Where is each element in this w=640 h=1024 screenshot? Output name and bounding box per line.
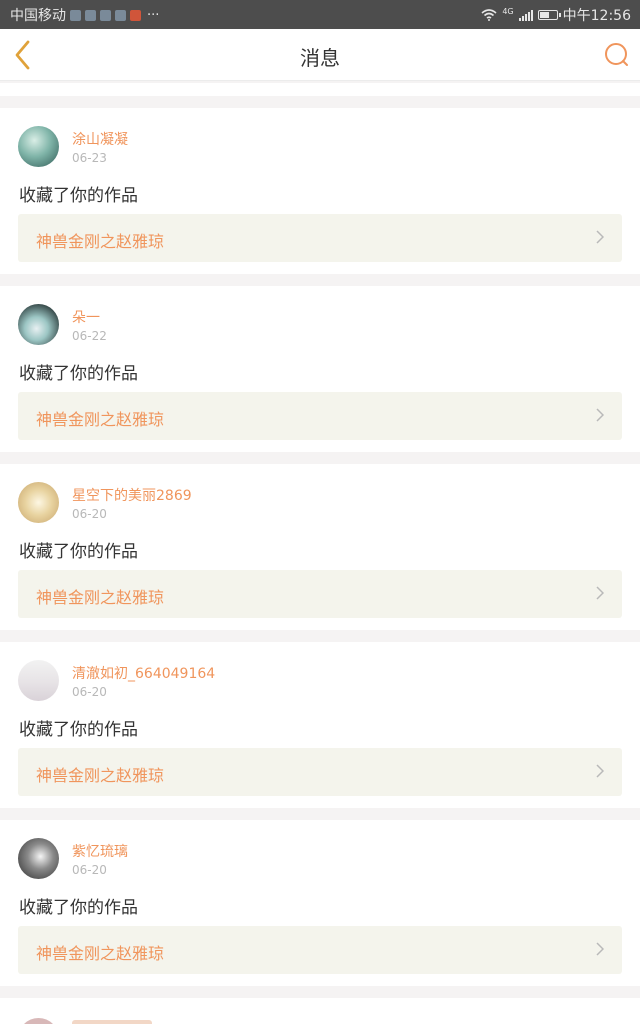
notification-date: 06-22 [72, 329, 107, 343]
status-left: 中国移动 ··· [10, 5, 159, 25]
user-name[interactable]: 朵一 [72, 307, 100, 327]
notification-action: 收藏了你的作品 [19, 720, 138, 740]
notification-card-partial [0, 998, 640, 1024]
work-title: 神兽金刚之赵雅琼 [36, 232, 165, 251]
chevron-right-icon [596, 764, 604, 778]
work-link[interactable]: 神兽金刚之赵雅琼 [18, 392, 622, 440]
user-name[interactable]: 涂山凝凝 [72, 129, 128, 149]
notification-list: 涂山凝凝 06-23 收藏了你的作品 神兽金刚之赵雅琼 朵一 06-22 收藏了… [0, 108, 640, 998]
carrier-name: 中国移动 [10, 8, 66, 24]
avatar[interactable] [18, 1018, 59, 1024]
nav-bar: 消息 [0, 29, 640, 81]
previous-card-edge [0, 83, 640, 96]
work-link[interactable]: 神兽金刚之赵雅琼 [18, 926, 622, 974]
avatar[interactable] [18, 660, 59, 701]
work-link[interactable]: 神兽金刚之赵雅琼 [18, 214, 622, 262]
notification-card: 星空下的美丽2869 06-20 收藏了你的作品 神兽金刚之赵雅琼 [0, 464, 640, 630]
search-button[interactable] [604, 42, 630, 68]
notification-app-icon [115, 9, 126, 21]
work-link[interactable]: 神兽金刚之赵雅琼 [18, 748, 622, 796]
chevron-right-icon [596, 408, 604, 422]
status-bar: 中国移动 ··· 4G 中午12:56 [0, 0, 640, 29]
work-title: 神兽金刚之赵雅琼 [36, 944, 165, 963]
work-title: 神兽金刚之赵雅琼 [36, 766, 165, 785]
notification-app-icon [100, 9, 111, 21]
notification-date: 06-20 [72, 507, 107, 521]
notification-app-icon [70, 9, 81, 21]
notification-action: 收藏了你的作品 [19, 898, 138, 918]
signal-icon [518, 9, 533, 21]
notification-app-icon [85, 9, 96, 21]
avatar[interactable] [18, 838, 59, 879]
video-app-icon [130, 9, 141, 21]
chevron-right-icon [596, 942, 604, 956]
search-icon [605, 43, 628, 66]
chevron-right-icon [596, 230, 604, 244]
battery-icon [537, 10, 561, 20]
notification-date: 06-20 [72, 863, 107, 877]
work-title: 神兽金刚之赵雅琼 [36, 588, 165, 607]
avatar[interactable] [18, 126, 59, 167]
notification-date: 06-20 [72, 685, 107, 699]
work-title: 神兽金刚之赵雅琼 [36, 410, 165, 429]
avatar[interactable] [18, 482, 59, 523]
clock: 中午12:56 [562, 8, 631, 24]
wifi-icon [481, 9, 497, 21]
notification-action: 收藏了你的作品 [19, 542, 138, 562]
notification-card: 涂山凝凝 06-23 收藏了你的作品 神兽金刚之赵雅琼 [0, 108, 640, 274]
notification-action: 收藏了你的作品 [19, 364, 138, 384]
chevron-right-icon [596, 586, 604, 600]
notification-card: 清澈如初_664049164 06-20 收藏了你的作品 神兽金刚之赵雅琼 [0, 642, 640, 808]
user-name[interactable]: 星空下的美丽2869 [72, 485, 192, 505]
page-title: 消息 [300, 46, 340, 70]
user-name[interactable]: 紫忆琉璃 [72, 841, 128, 861]
user-name[interactable]: 清澈如初_664049164 [72, 663, 215, 683]
notification-card: 朵一 06-22 收藏了你的作品 神兽金刚之赵雅琼 [0, 286, 640, 452]
avatar[interactable] [18, 304, 59, 345]
notification-card: 紫忆琉璃 06-20 收藏了你的作品 神兽金刚之赵雅琼 [0, 820, 640, 986]
more-notifications-indicator: ··· [147, 7, 160, 23]
work-link[interactable]: 神兽金刚之赵雅琼 [18, 570, 622, 618]
notification-date: 06-23 [72, 151, 107, 165]
network-type-label: 4G [502, 6, 514, 16]
status-right: 4G 中午12:56 [481, 5, 631, 25]
user-name-cutoff [72, 1020, 152, 1024]
notification-action: 收藏了你的作品 [19, 186, 138, 206]
